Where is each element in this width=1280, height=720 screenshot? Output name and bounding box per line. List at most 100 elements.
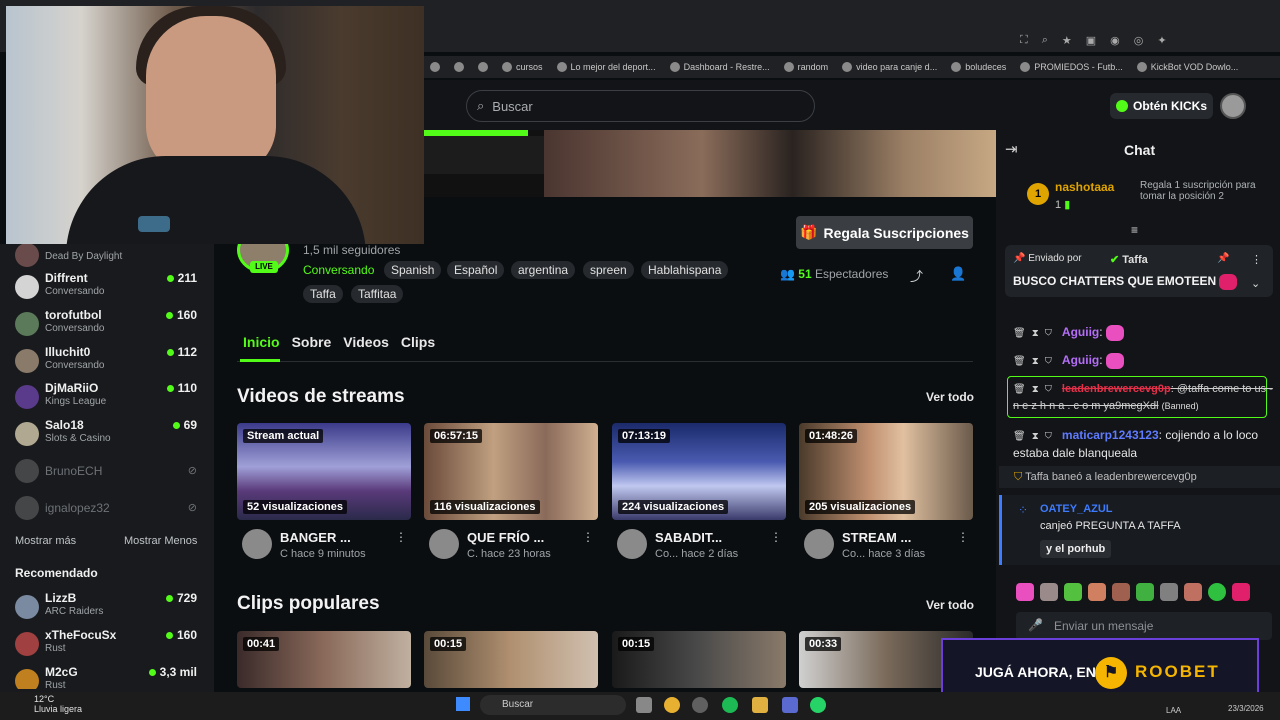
- zoom-icon[interactable]: ⌕: [1042, 34, 1048, 47]
- bookmark-folder[interactable]: random: [783, 62, 828, 72]
- chat-message-banned[interactable]: 🗑⧗⛉ leadenbrewercevg0p: @taffa come to us…: [1013, 381, 1273, 414]
- redeem-username[interactable]: OATEY_AZUL: [1040, 503, 1113, 515]
- clip-card[interactable]: 00:41: [237, 631, 411, 688]
- share-icon[interactable]: ⤴: [910, 266, 923, 285]
- more-options-icon[interactable]: ⋮: [582, 530, 594, 544]
- cast-icon[interactable]: ⛶: [1020, 34, 1028, 47]
- tab-sobre[interactable]: Sobre: [292, 334, 332, 350]
- tab-inicio[interactable]: Inicio: [243, 334, 280, 350]
- app-icon[interactable]: [692, 697, 708, 713]
- emote-icon[interactable]: [1160, 583, 1178, 601]
- sidebar-channel-offline[interactable]: BrunoECH ⊘: [15, 455, 205, 489]
- taskbar-date[interactable]: 23/3/2026: [1228, 704, 1264, 713]
- clip-card[interactable]: 00:15: [612, 631, 786, 688]
- see-all-videos-link[interactable]: Ver todo: [926, 390, 974, 404]
- clip-card[interactable]: 00:15: [424, 631, 598, 688]
- folder-icon[interactable]: [752, 697, 768, 713]
- whatsapp-icon[interactable]: [810, 697, 826, 713]
- weather-widget[interactable]: 12°C Lluvia ligera: [12, 694, 82, 714]
- emote-icon[interactable]: [1016, 583, 1034, 601]
- more-options-icon[interactable]: ⋮: [770, 530, 782, 544]
- tag[interactable]: spreen: [583, 261, 634, 279]
- chat-message[interactable]: 🗑⧗⛉ maticarp1243123: cojiendo a lo loco e…: [1013, 427, 1273, 462]
- taskview-icon[interactable]: [636, 697, 652, 713]
- chat-username[interactable]: maticarp1243123: [1062, 428, 1159, 442]
- video-player[interactable]: [424, 130, 996, 197]
- bookmark-folder[interactable]: boludeces: [951, 62, 1006, 72]
- emote-icon[interactable]: [1184, 583, 1202, 601]
- tab-clips[interactable]: Clips: [401, 334, 435, 350]
- star-icon[interactable]: ★: [1062, 34, 1072, 47]
- chat-message-input[interactable]: 🎤 Enviar un mensaje: [1016, 612, 1272, 640]
- unpin-icon[interactable]: 📌: [1217, 253, 1229, 264]
- bookmark[interactable]: Lo mejor del deport...: [556, 62, 656, 72]
- tag[interactable]: Spanish: [384, 261, 442, 279]
- mod-actions-icon[interactable]: 🗑⧗⛉: [1013, 356, 1058, 367]
- sidebar-channel[interactable]: torofutbol Conversando 160: [15, 308, 205, 342]
- sidebar-channel[interactable]: DjMaRiiO Kings League 110: [15, 381, 205, 415]
- language-indicator[interactable]: LAA: [1166, 706, 1181, 715]
- chat-username[interactable]: leadenbrewercevg0p: [1062, 383, 1171, 395]
- mod-actions-icon[interactable]: 🗑⧗⛉: [1013, 431, 1058, 442]
- emote-icon[interactable]: [1040, 583, 1058, 601]
- tag[interactable]: Hablahispana: [641, 261, 729, 279]
- pinned-message[interactable]: 📌 Enviado por ✔ Taffa 📌 ⋮ BUSCO CHATTERS…: [1005, 245, 1273, 297]
- puzzle-icon[interactable]: ✦: [1157, 34, 1166, 47]
- gift-subs-button[interactable]: 🎁 Regala Suscripciones: [796, 216, 973, 249]
- chevron-down-icon[interactable]: ⌄: [1251, 277, 1260, 290]
- user-avatar[interactable]: [1220, 93, 1246, 119]
- bookmark[interactable]: cursos: [502, 62, 543, 72]
- bookmark[interactable]: PROMIEDOS - Futb...: [1020, 62, 1123, 72]
- extension-icon[interactable]: ▣: [1086, 34, 1096, 47]
- tag[interactable]: Taffa: [303, 285, 343, 303]
- emote-icon[interactable]: [1064, 583, 1082, 601]
- chat-message[interactable]: 🗑⧗⛉ Aguiig:: [1013, 324, 1273, 342]
- mod-actions-icon[interactable]: 🗑⧗⛉: [1013, 384, 1058, 395]
- sidebar-channel[interactable]: LizzB ARC Raiders 729: [15, 591, 205, 625]
- chat-username[interactable]: Aguiig: [1062, 353, 1099, 367]
- windows-start-icon[interactable]: [456, 697, 470, 711]
- emote-icon[interactable]: [1112, 583, 1130, 601]
- tag[interactable]: argentina: [511, 261, 576, 279]
- expand-icon[interactable]: ≡: [1131, 223, 1138, 237]
- emote-icon[interactable]: [1136, 583, 1154, 601]
- taskbar-search[interactable]: Buscar: [480, 695, 626, 715]
- tag[interactable]: Español: [447, 261, 505, 279]
- sidebar-channel[interactable]: M2cG Rust 3,3 mil: [15, 665, 205, 689]
- sidebar-channel-offline[interactable]: ignalopez32 ⊘: [15, 492, 205, 526]
- bookmark[interactable]: [454, 62, 464, 72]
- search-input[interactable]: ⌕ Buscar: [466, 90, 815, 122]
- chat-username[interactable]: Aguiig: [1062, 325, 1099, 339]
- sidebar-channel[interactable]: Salo18 Slots & Casino 69: [15, 418, 205, 452]
- emote-icon[interactable]: [1208, 583, 1226, 601]
- sidebar-channel[interactable]: Diffrent Conversando 211: [15, 271, 205, 305]
- emote-icon[interactable]: [1232, 583, 1250, 601]
- bookmark[interactable]: KickBot VOD Dowlo...: [1136, 62, 1238, 72]
- more-options-icon[interactable]: ⋮: [395, 530, 407, 544]
- extension-icon[interactable]: ◎: [1134, 34, 1144, 47]
- bookmark[interactable]: [430, 62, 440, 72]
- collapse-chat-icon[interactable]: ⇥: [1005, 140, 1018, 158]
- more-options-icon[interactable]: ⋮: [957, 530, 969, 544]
- bookmark[interactable]: Dashboard - Restre...: [669, 62, 770, 72]
- sidebar-channel[interactable]: Illuchit0 Conversando 112: [15, 345, 205, 379]
- stream-category[interactable]: Conversando: [303, 263, 374, 277]
- bookmark-folder[interactable]: video para canje d...: [842, 62, 937, 72]
- emote-icon[interactable]: [1088, 583, 1106, 601]
- spotify-icon[interactable]: [722, 697, 738, 713]
- mod-actions-icon[interactable]: 🗑⧗⛉: [1013, 328, 1058, 339]
- get-kicks-button[interactable]: Obtén KICKs: [1110, 93, 1213, 119]
- store-icon[interactable]: [782, 697, 798, 713]
- tab-videos[interactable]: Videos: [343, 334, 389, 350]
- bookmark[interactable]: [478, 62, 488, 72]
- sub-gift-leaderboard[interactable]: 1 nashotaaa 1 ▮ Regala 1 suscripción par…: [1022, 180, 1272, 216]
- sidebar-channel[interactable]: xTheFocuSx Rust 160: [15, 628, 205, 662]
- tag[interactable]: Taffitaa: [351, 285, 404, 303]
- extension-icon[interactable]: ◉: [1110, 34, 1120, 47]
- show-less-button[interactable]: Mostrar Menos: [124, 535, 197, 547]
- see-all-clips-link[interactable]: Ver todo: [926, 598, 974, 612]
- show-more-button[interactable]: Mostrar más: [15, 535, 76, 547]
- more-options-icon[interactable]: ⋮: [1251, 253, 1262, 266]
- chat-message[interactable]: 🗑⧗⛉ Aguiig:: [1013, 352, 1273, 370]
- follow-icon[interactable]: 👤: [950, 266, 966, 282]
